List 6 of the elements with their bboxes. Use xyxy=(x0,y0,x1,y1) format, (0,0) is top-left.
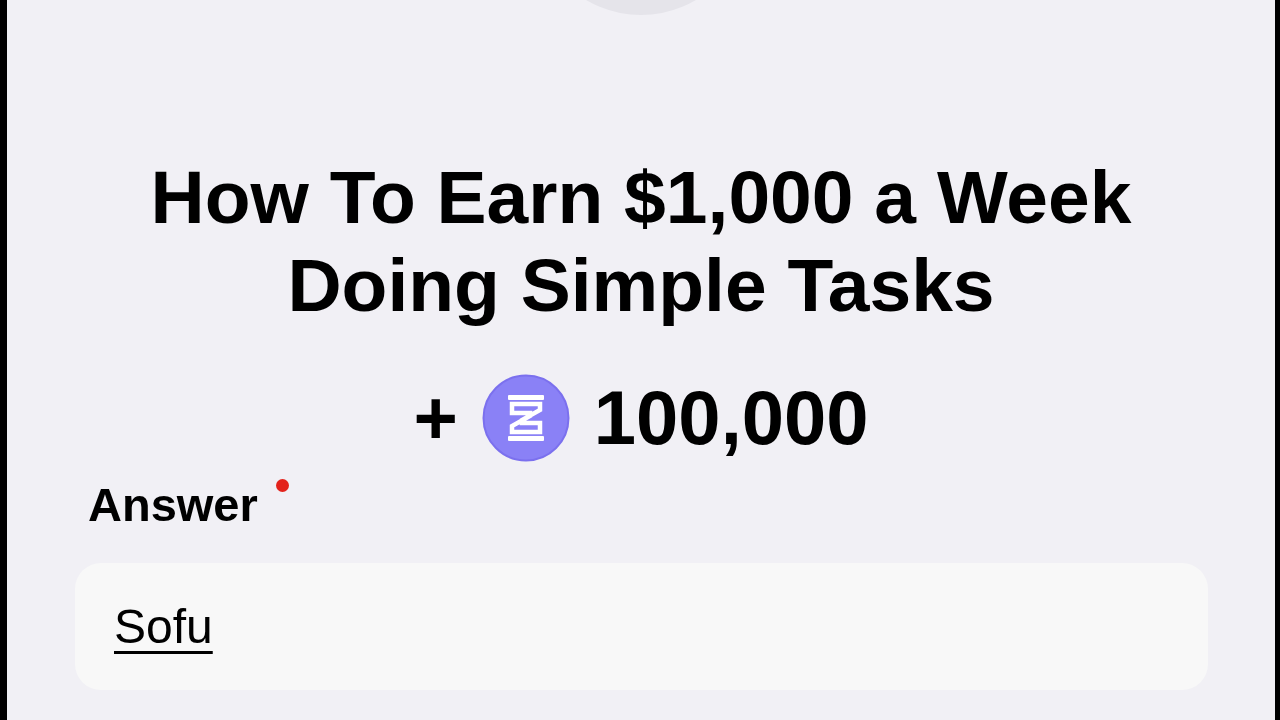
task-title: How To Earn $1,000 a Week Doing Simple Tasks xyxy=(149,154,1133,329)
answer-field[interactable]: Sofu xyxy=(75,563,1208,691)
hourglass-coin-icon xyxy=(481,374,570,462)
reward-amount: 100,000 xyxy=(593,380,869,456)
plus-sign: + xyxy=(413,380,458,456)
answer-label: Answer xyxy=(88,477,258,533)
